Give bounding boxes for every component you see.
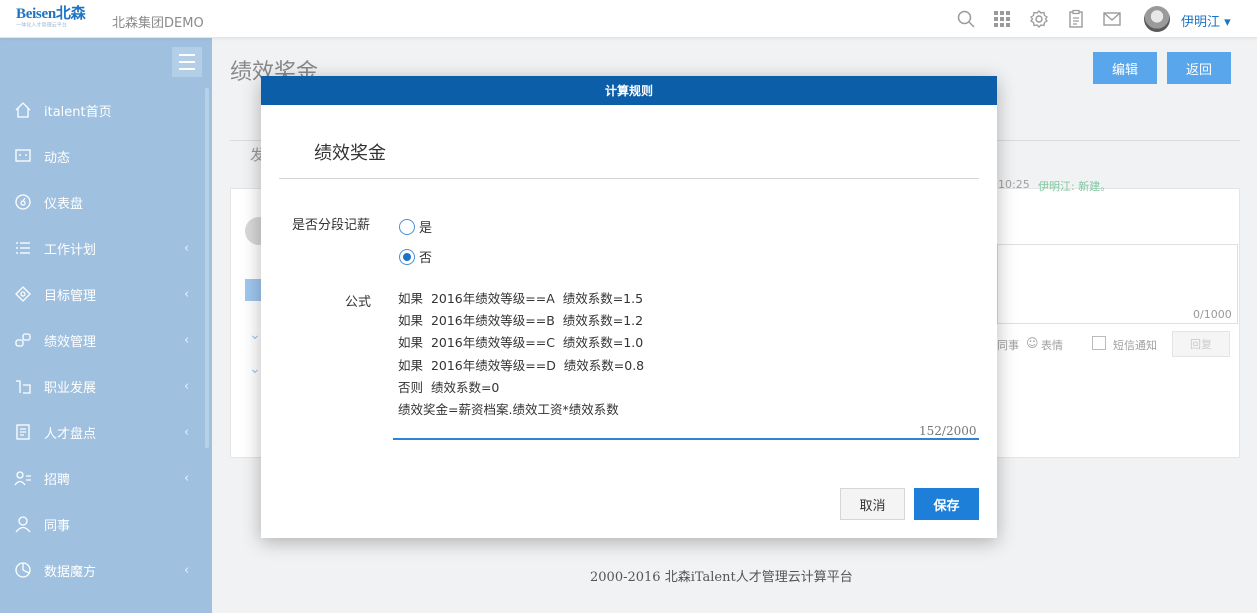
sidebar-item-dashboard[interactable]: 仪表盘 bbox=[0, 179, 205, 225]
radio-option-yes[interactable]: 是 bbox=[399, 217, 432, 236]
user-menu[interactable]: 伊明江 ▾ bbox=[1181, 11, 1231, 30]
cancel-button[interactable]: 取消 bbox=[840, 488, 905, 520]
radio-button[interactable] bbox=[399, 218, 415, 235]
sidebar-item-colleagues[interactable]: 同事 bbox=[0, 501, 205, 547]
sidebar-item-data-cube[interactable]: 数据魔方 ‹ bbox=[0, 547, 205, 593]
char-counter: 0/1000 bbox=[1193, 308, 1232, 321]
clipboard-icon[interactable] bbox=[1066, 9, 1086, 29]
emoji-label[interactable]: 表情 bbox=[1041, 337, 1063, 353]
search-icon[interactable] bbox=[956, 9, 976, 29]
formula-line: 如果 2016年绩效等级==C 绩效系数=1.0 bbox=[398, 335, 644, 351]
top-bar: Beisen北森 一体化人才管理云平台 北森集团DEMO 伊明江 ▾ bbox=[0, 0, 1257, 38]
chevron-down-icon[interactable]: ⌄ bbox=[249, 327, 261, 343]
formula-textarea[interactable]: 如果 2016年绩效等级==A 绩效系数=1.5 如果 2016年绩效等级==B… bbox=[398, 288, 978, 421]
sidebar-item-goals[interactable]: 目标管理 ‹ bbox=[0, 271, 205, 317]
formula-line: 否则 绩效系数=0 bbox=[398, 379, 500, 395]
divider bbox=[279, 178, 979, 179]
formula-line: 绩效奖金=薪资档案.绩效工资*绩效系数 bbox=[398, 402, 619, 418]
chevron-left-icon: ‹ bbox=[184, 286, 190, 302]
sidebar-scrollbar[interactable] bbox=[205, 88, 209, 448]
beisen-logo[interactable]: Beisen北森 一体化人才管理云平台 bbox=[16, 6, 96, 32]
sidebar-item-label: 目标管理 bbox=[44, 288, 97, 304]
list-icon bbox=[12, 237, 34, 259]
sidebar: italent首页 动态 仪表盘 工作计划 ‹ 目标管理 ‹ 绩效管理 ‹ 职业… bbox=[0, 38, 212, 613]
formula-char-counter: 152/2000 bbox=[919, 424, 977, 438]
apps-grid-icon[interactable] bbox=[992, 9, 1012, 29]
pie-icon bbox=[12, 559, 34, 581]
sidebar-item-label: 动态 bbox=[44, 150, 71, 166]
career-icon bbox=[12, 375, 34, 397]
calc-rule-modal: 计算规则 绩效奖金 是否分段记薪 是 否 公式 如果 2016年绩效等级==A … bbox=[261, 76, 997, 538]
edit-button[interactable]: 编辑 bbox=[1093, 52, 1157, 84]
chevron-left-icon: ‹ bbox=[184, 378, 190, 394]
tag-badge bbox=[245, 279, 261, 301]
save-button[interactable]: 保存 bbox=[914, 488, 979, 520]
chevron-left-icon: ‹ bbox=[184, 470, 190, 486]
log-text: 伊明江: 新建。 bbox=[1038, 180, 1112, 193]
link-icon bbox=[12, 329, 34, 351]
report-icon bbox=[12, 421, 34, 443]
log-time: 10:25 bbox=[998, 178, 1030, 191]
sidebar-item-label: 仪表盘 bbox=[44, 196, 84, 212]
radio-label: 否 bbox=[419, 251, 433, 266]
sidebar-item-label: 数据魔方 bbox=[44, 564, 97, 580]
company-name: 北森集团DEMO bbox=[112, 16, 204, 31]
emoji-icon[interactable]: ☺ bbox=[1026, 336, 1039, 350]
recruit-icon bbox=[12, 467, 34, 489]
chevron-down-icon[interactable]: ⌄ bbox=[249, 361, 261, 377]
sidebar-item-performance[interactable]: 绩效管理 ‹ bbox=[0, 317, 205, 363]
sidebar-item-recruit[interactable]: 招聘 ‹ bbox=[0, 455, 205, 501]
sidebar-item-label: 人才盘点 bbox=[44, 426, 97, 442]
footer-text: 2000-2016 北森iTalent人才管理云计算平台 bbox=[590, 570, 853, 585]
menu-toggle-icon[interactable] bbox=[172, 47, 202, 77]
formula-line: 如果 2016年绩效等级==B 绩效系数=1.2 bbox=[398, 313, 644, 329]
radio-option-no[interactable]: 否 bbox=[399, 247, 432, 266]
sms-checkbox[interactable] bbox=[1092, 336, 1106, 350]
formula-line: 如果 2016年绩效等级==D 绩效系数=0.8 bbox=[398, 357, 645, 373]
modal-title: 绩效奖金 bbox=[314, 143, 386, 164]
sidebar-item-label: 职业发展 bbox=[44, 380, 97, 396]
sidebar-item-home[interactable]: italent首页 bbox=[0, 87, 205, 133]
segment-label: 是否分段记薪 bbox=[292, 218, 371, 233]
mail-icon[interactable] bbox=[1102, 9, 1122, 29]
radio-label: 是 bbox=[419, 221, 433, 236]
sidebar-item-feed[interactable]: 动态 bbox=[0, 133, 205, 179]
radio-button[interactable] bbox=[399, 248, 415, 265]
sidebar-item-talent-review[interactable]: 人才盘点 ‹ bbox=[0, 409, 205, 455]
home-icon bbox=[12, 99, 34, 121]
sidebar-item-label: 绩效管理 bbox=[44, 334, 97, 350]
sms-label: 短信通知 bbox=[1113, 339, 1157, 352]
mention-link[interactable]: 同事 bbox=[997, 337, 1019, 353]
sidebar-item-label: 同事 bbox=[44, 518, 71, 534]
reply-button[interactable]: 回复 bbox=[1172, 331, 1230, 357]
sidebar-item-career[interactable]: 职业发展 ‹ bbox=[0, 363, 205, 409]
back-button[interactable]: 返回 bbox=[1167, 52, 1231, 84]
sidebar-item-label: 工作计划 bbox=[44, 242, 97, 258]
chevron-left-icon: ‹ bbox=[184, 424, 190, 440]
formula-underline bbox=[393, 438, 979, 440]
chat-icon bbox=[12, 145, 34, 167]
chevron-left-icon: ‹ bbox=[184, 562, 190, 578]
modal-header: 计算规则 bbox=[261, 76, 997, 105]
chevron-left-icon: ‹ bbox=[184, 332, 190, 348]
sidebar-item-work-plan[interactable]: 工作计划 ‹ bbox=[0, 225, 205, 271]
logo-subtitle: 一体化人才管理云平台 bbox=[16, 22, 68, 28]
logo-text: Beisen北森 bbox=[16, 6, 86, 22]
chevron-left-icon: ‹ bbox=[184, 240, 190, 256]
dashboard-icon bbox=[12, 191, 34, 213]
target-icon bbox=[12, 283, 34, 305]
sidebar-item-label: italent首页 bbox=[44, 104, 112, 120]
gear-icon[interactable] bbox=[1029, 9, 1049, 29]
sidebar-item-label: 招聘 bbox=[44, 472, 71, 488]
avatar[interactable] bbox=[1144, 6, 1170, 32]
formula-label: 公式 bbox=[345, 295, 372, 310]
person-icon bbox=[12, 513, 34, 535]
formula-line: 如果 2016年绩效等级==A 绩效系数=1.5 bbox=[398, 291, 644, 306]
